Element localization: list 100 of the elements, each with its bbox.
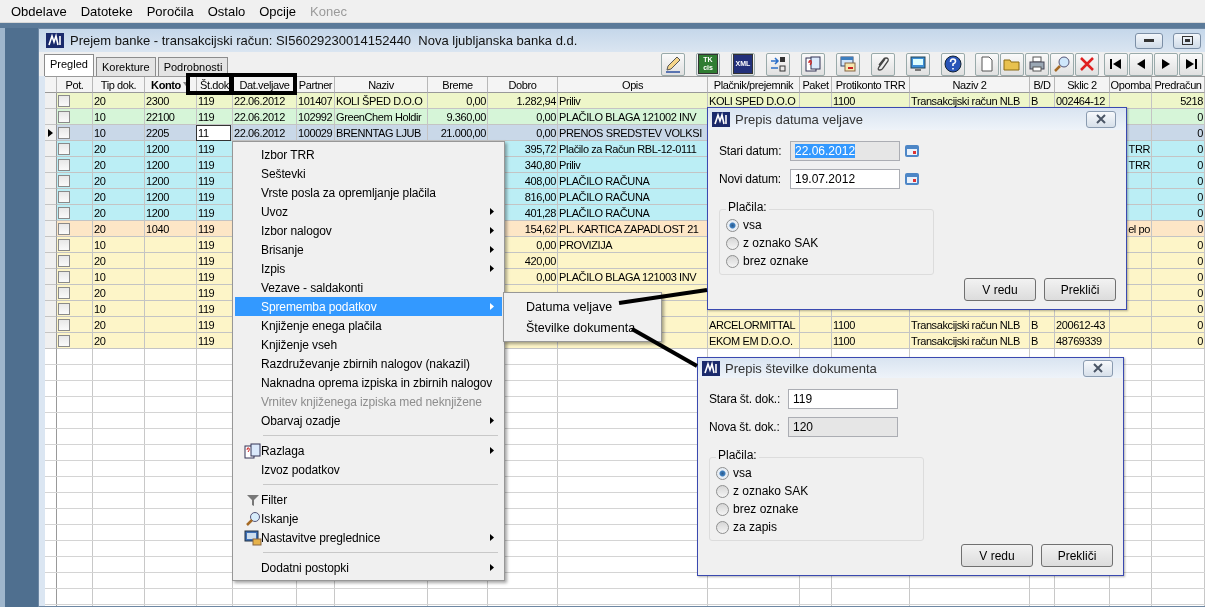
ok-button[interactable]: V redu [964, 278, 1036, 301]
menu-item[interactable]: Dodatni postopki [235, 558, 502, 577]
cancel-button[interactable]: Prekliči [1041, 544, 1113, 567]
field-value: 22.06.2012 [795, 143, 856, 158]
column-header[interactable]: Tip dok. [93, 77, 145, 93]
checkbox[interactable] [58, 174, 70, 187]
menu-item[interactable]: Poročila [139, 3, 201, 19]
column-header[interactable]: Naziv [335, 77, 428, 93]
checkbox[interactable] [58, 142, 70, 155]
column-header[interactable]: Paket [800, 77, 832, 93]
checkbox[interactable] [58, 334, 70, 347]
windows-button[interactable] [836, 52, 860, 76]
tab[interactable]: Korekture [95, 57, 156, 76]
logo-icon [702, 360, 720, 376]
checkbox[interactable] [58, 190, 70, 203]
menu-item[interactable]: Nastavitve preglednice [235, 528, 502, 547]
close-icon [1095, 114, 1107, 124]
checkbox[interactable] [58, 318, 70, 331]
transfer-button[interactable] [766, 52, 790, 76]
cancel-button[interactable]: Prekliči [1044, 278, 1116, 301]
previous-button[interactable] [1129, 52, 1153, 76]
help-button[interactable] [941, 52, 965, 76]
table-cell: 48769339 [1055, 333, 1110, 349]
column-header[interactable]: Opomba [1110, 77, 1152, 93]
menu-item[interactable]: Filter [235, 490, 502, 509]
menu-item[interactable]: Ostalo [200, 3, 253, 19]
radio-option[interactable]: brez oznake [716, 500, 917, 518]
open-button[interactable] [1000, 52, 1024, 76]
menu-item[interactable]: Knjiženje enega plačila [235, 316, 502, 335]
checkbox[interactable] [58, 110, 70, 123]
table-cell: 0 [1152, 333, 1205, 349]
column-header[interactable]: Breme [428, 77, 488, 93]
checkbox[interactable] [58, 238, 70, 251]
column-header[interactable]: Partner [297, 77, 335, 93]
field-label: Stari datum: [719, 143, 783, 158]
menu-item[interactable]: Naknadna oprema izpiska in zbirnih nalogov [235, 373, 502, 392]
logo-icon [712, 111, 730, 127]
checkbox[interactable] [58, 286, 70, 299]
column-header[interactable]: Sklic 2 [1055, 77, 1110, 93]
radio-option[interactable]: z oznako SAK [716, 482, 917, 500]
row-header[interactable] [45, 125, 57, 141]
field-label: Stara št. dok.: [709, 391, 782, 406]
last-button[interactable] [1179, 52, 1203, 76]
column-header[interactable]: Konto [145, 77, 197, 93]
close-button[interactable] [1083, 359, 1113, 377]
radio-option[interactable]: za zapis [716, 518, 917, 536]
menu-item[interactable]: Iskanje [235, 509, 502, 528]
input-field[interactable]: 19.07.2012 [790, 168, 900, 189]
menu-item[interactable]: Obarvaj ozadje [235, 411, 502, 430]
new-button[interactable] [975, 52, 999, 76]
column-header[interactable]: Predračun [1152, 77, 1205, 93]
checkbox[interactable] [58, 254, 70, 267]
radio-option[interactable]: z oznako SAK [726, 234, 927, 252]
column-header[interactable]: B/D [1030, 77, 1055, 93]
search-button[interactable] [1050, 52, 1074, 76]
restore-button[interactable] [1173, 32, 1201, 49]
calendar-icon[interactable] [904, 170, 920, 187]
edit-button[interactable] [661, 52, 685, 76]
menu-item[interactable]: Razlaga [235, 441, 502, 460]
column-header[interactable]: Pot. [57, 77, 93, 93]
menu-item[interactable]: Knjiženje vseh [235, 335, 502, 354]
minimize-button[interactable] [1135, 32, 1163, 49]
checkbox[interactable] [58, 302, 70, 315]
tab[interactable]: Pregled [44, 54, 94, 76]
calendar-icon[interactable] [904, 142, 920, 159]
explain-button[interactable] [801, 52, 825, 76]
column-header[interactable]: Dobro [488, 77, 558, 93]
checkbox[interactable] [58, 158, 70, 171]
first-button[interactable] [1104, 52, 1128, 76]
column-header[interactable]: Opis [558, 77, 708, 93]
input-field[interactable]: 119 [788, 388, 898, 409]
menu-item[interactable]: Datoteke [73, 3, 140, 19]
print-button[interactable] [1025, 52, 1049, 76]
checkbox[interactable] [58, 270, 70, 283]
radio-option[interactable]: vsa [726, 216, 927, 234]
menu-item[interactable]: Razdruževanje zbirnih nalogov (nakazil) [235, 354, 502, 373]
ok-button[interactable]: V redu [961, 544, 1033, 567]
checkbox[interactable] [58, 206, 70, 219]
radio-option[interactable]: brez oznake [726, 252, 927, 270]
radio-option[interactable]: vsa [716, 464, 917, 482]
checkbox[interactable] [58, 94, 70, 107]
menu-item[interactable]: Obdelave [4, 3, 74, 19]
delete-button[interactable] [1075, 52, 1099, 76]
monitor-icon [909, 55, 927, 73]
next-button[interactable] [1154, 52, 1178, 76]
column-header[interactable]: Naziv 2 [910, 77, 1030, 93]
column-header[interactable]: Protikonto TRR [832, 77, 910, 93]
checkbox[interactable] [58, 222, 70, 235]
table-cell: 20 [93, 333, 145, 349]
attach-button[interactable] [871, 52, 895, 76]
monitor-icon [244, 529, 262, 546]
menu-item[interactable]: Datuma veljave [506, 296, 659, 317]
close-button[interactable] [1086, 110, 1116, 128]
column-header[interactable]: Plačnik/prejemnik [708, 77, 800, 93]
checkbox[interactable] [58, 126, 70, 139]
funnel-icon [246, 492, 260, 507]
menu-item[interactable]: Opcije [252, 3, 304, 19]
table-row[interactable]: 20 2300 119 22.06.2012 101407 KOLI ŠPED D.O.O 0,00 1.282,94 Priliv KOLI SPED D.O.O 1100 Transakcijski račun NLB B 002464-12 5218 [45, 93, 1205, 109]
menu-item[interactable]: Izvoz podatkov [235, 460, 502, 479]
display-button[interactable] [906, 52, 930, 76]
